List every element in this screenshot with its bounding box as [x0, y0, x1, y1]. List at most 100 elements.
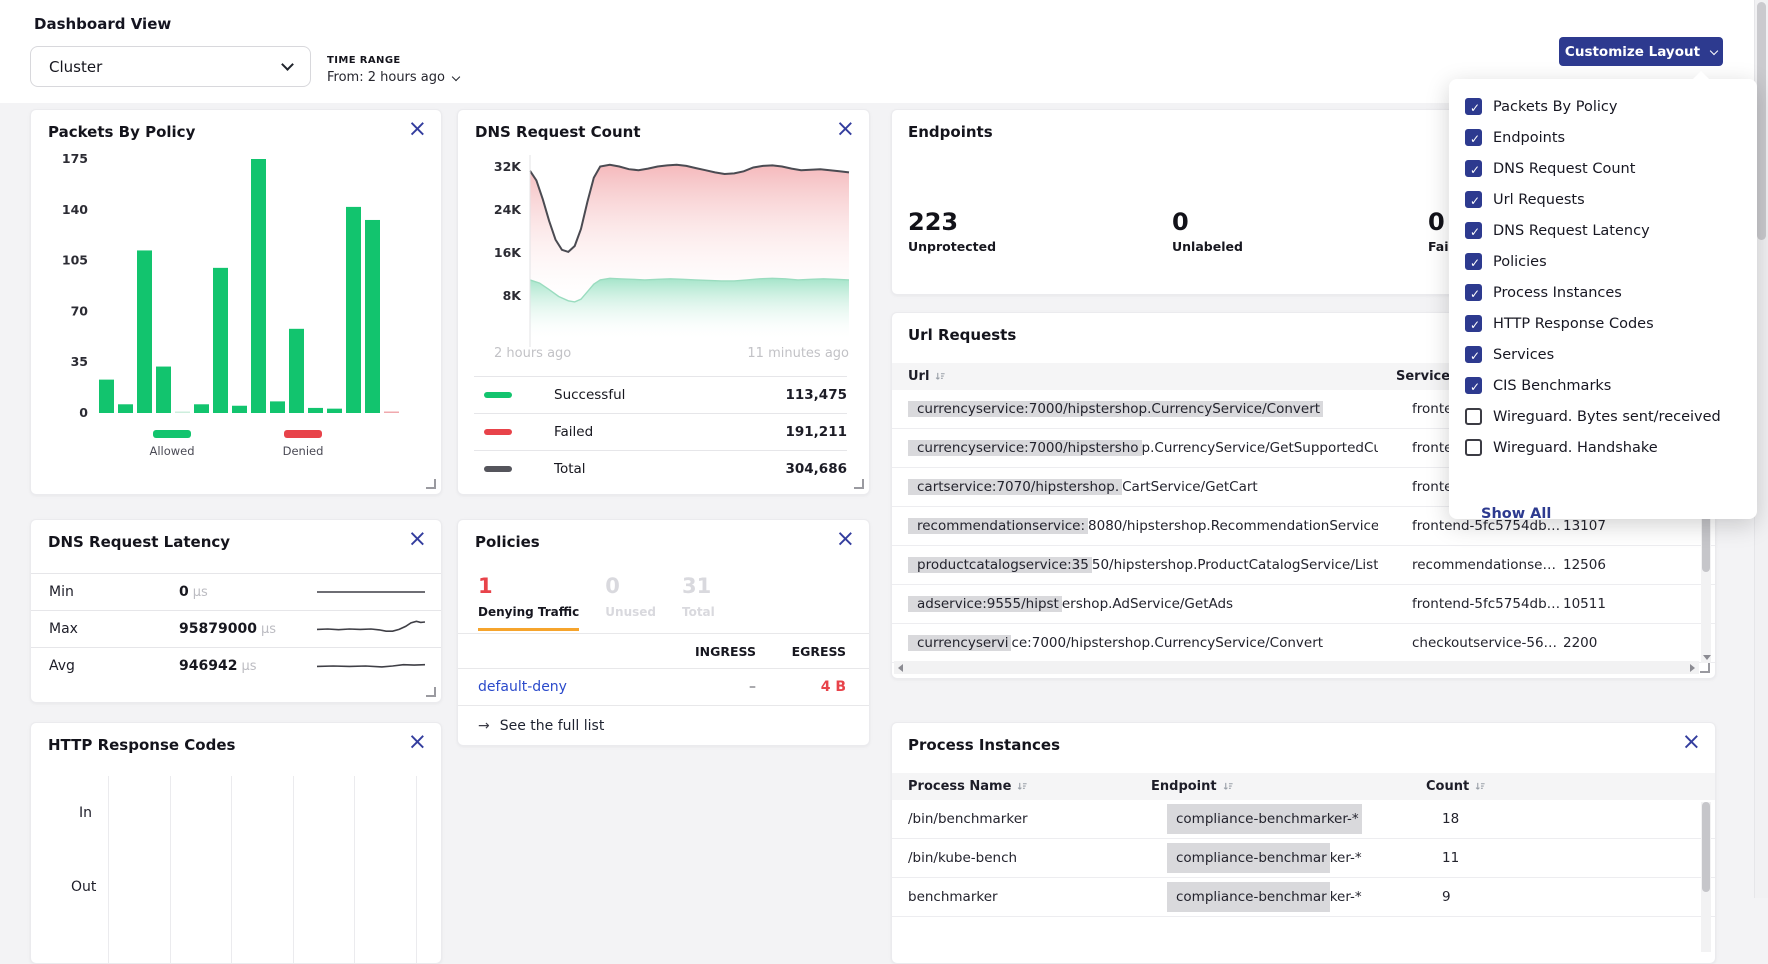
- series-swatch: [484, 392, 512, 398]
- checkbox[interactable]: [1465, 408, 1482, 425]
- column-header-process-name[interactable]: Process Name: [908, 779, 1151, 794]
- table-row[interactable]: productcatalogservice:3550/hipstershop.P…: [892, 546, 1715, 585]
- policies-tab[interactable]: 1 Denying Traffic: [478, 574, 579, 619]
- column-header-endpoint[interactable]: Endpoint: [1151, 779, 1426, 794]
- close-icon[interactable]: [1682, 731, 1701, 754]
- stat-unlabeled: 0 Unlabeled: [1172, 208, 1243, 254]
- checkbox[interactable]: [1465, 98, 1482, 115]
- menu-item[interactable]: Endpoints: [1449, 122, 1757, 153]
- menu-item[interactable]: Wireguard. Bytes sent/received: [1449, 401, 1757, 432]
- menu-item[interactable]: Policies: [1449, 246, 1757, 277]
- close-icon[interactable]: [408, 731, 427, 754]
- process-table-header: Process Name Endpoint Count: [892, 773, 1715, 800]
- http-response-codes-card: HTTP Response Codes In Out: [30, 722, 442, 964]
- scrollbar-thumb[interactable]: [1757, 2, 1766, 240]
- series-value: 304,686: [786, 461, 848, 477]
- see-full-list-link[interactable]: → See the full list: [458, 706, 869, 745]
- stat-unprotected: 223 Unprotected: [908, 208, 996, 254]
- scroll-right-icon[interactable]: [1690, 664, 1695, 672]
- scroll-down-icon[interactable]: [1703, 655, 1711, 660]
- latency-table: Min 0µs Max 95879000µs Avg 946942µs: [31, 573, 441, 684]
- svg-text:35: 35: [71, 354, 88, 369]
- legend-row: Total 304,686: [474, 450, 847, 487]
- checkbox[interactable]: [1465, 439, 1482, 456]
- dns-request-latency-card: DNS Request Latency Min 0µs Max 95879000…: [30, 519, 442, 703]
- checkbox[interactable]: [1465, 222, 1482, 239]
- series-swatch: [484, 429, 512, 435]
- svg-text:70: 70: [71, 303, 89, 318]
- gridline: [416, 776, 417, 963]
- latency-value: 946942µs: [179, 658, 310, 674]
- resize-handle[interactable]: [854, 479, 864, 489]
- menu-item[interactable]: Services: [1449, 339, 1757, 370]
- card-title: Policies: [475, 533, 540, 551]
- http-chart-grid: [31, 723, 441, 963]
- menu-item[interactable]: DNS Request Count: [1449, 153, 1757, 184]
- process-table-body: /bin/benchmarker compliance-benchmarker-…: [892, 800, 1715, 917]
- resize-handle[interactable]: [1700, 663, 1710, 673]
- endpoint-cell: compliance-benchmarker-*: [1167, 850, 1442, 866]
- menu-item[interactable]: Wireguard. Handshake: [1449, 432, 1757, 463]
- checkbox[interactable]: [1465, 315, 1482, 332]
- svg-text:105: 105: [62, 253, 88, 268]
- close-icon[interactable]: [836, 528, 855, 551]
- process-instances-card: Process Instances Process Name Endpoint …: [891, 722, 1716, 964]
- policies-tab[interactable]: 0 Unused: [605, 574, 656, 619]
- svg-text:24K: 24K: [494, 202, 522, 217]
- url-cell: productcatalogservice:3550/hipstershop.P…: [908, 557, 1378, 573]
- vertical-scrollbar[interactable]: [1701, 802, 1711, 952]
- policy-row: default-deny – 4 B: [458, 669, 869, 706]
- chevron-down-icon: [281, 58, 294, 71]
- time-range-value[interactable]: From: 2 hours ago: [327, 70, 459, 85]
- checkbox[interactable]: [1465, 191, 1482, 208]
- close-icon[interactable]: [408, 118, 427, 141]
- menu-item[interactable]: Packets By Policy: [1449, 91, 1757, 122]
- menu-item[interactable]: HTTP Response Codes: [1449, 308, 1757, 339]
- policy-name-link[interactable]: default-deny: [478, 679, 656, 695]
- show-all-link[interactable]: Show All: [1481, 506, 1551, 522]
- url-cell: currencyservice:7000/hipstershop.Currenc…: [908, 440, 1378, 456]
- checkbox[interactable]: [1465, 160, 1482, 177]
- process-name-cell: /bin/benchmarker: [908, 811, 1167, 827]
- legend-row: Successful 113,475: [474, 376, 847, 413]
- checkbox[interactable]: [1465, 284, 1482, 301]
- checkbox[interactable]: [1465, 346, 1482, 363]
- policies-tab[interactable]: 31 Total: [682, 574, 715, 619]
- sort-icon: [1223, 781, 1234, 792]
- menu-item[interactable]: CIS Benchmarks: [1449, 370, 1757, 401]
- menu-item[interactable]: DNS Request Latency: [1449, 215, 1757, 246]
- scrollbar-thumb[interactable]: [1702, 802, 1710, 892]
- table-row[interactable]: adservice:9555/hipstershop.AdService/Get…: [892, 585, 1715, 624]
- scroll-left-icon[interactable]: [898, 664, 903, 672]
- endpoint-cell: compliance-benchmarker-*: [1167, 811, 1442, 827]
- checkbox[interactable]: [1465, 377, 1482, 394]
- row-label-in: In: [79, 805, 92, 821]
- resize-handle[interactable]: [426, 479, 436, 489]
- count-cell: 9: [1442, 889, 1715, 905]
- table-row[interactable]: currencyservice:7000/hipstershop.Currenc…: [892, 624, 1715, 663]
- egress-header: EGRESS: [756, 644, 846, 659]
- count-cell: 10511: [1563, 596, 1715, 612]
- count-cell: 18: [1442, 811, 1715, 827]
- card-title: Packets By Policy: [48, 123, 195, 141]
- service-cell: checkoutservice-56…: [1412, 635, 1563, 651]
- close-icon[interactable]: [408, 528, 427, 551]
- resize-handle[interactable]: [426, 687, 436, 697]
- url-cell: cartservice:7070/hipstershop.CartService…: [908, 479, 1378, 495]
- horizontal-scrollbar[interactable]: [894, 661, 1699, 674]
- svg-text:175: 175: [62, 151, 88, 166]
- process-name-cell: benchmarker: [908, 889, 1167, 905]
- view-select[interactable]: Cluster: [30, 46, 311, 87]
- time-range-label: TIME RANGE: [327, 55, 459, 66]
- latency-value: 95879000µs: [179, 621, 310, 637]
- menu-item[interactable]: Process Instances: [1449, 277, 1757, 308]
- checkbox[interactable]: [1465, 253, 1482, 270]
- close-icon[interactable]: [836, 118, 855, 141]
- svg-text:32K: 32K: [494, 159, 522, 174]
- column-header-url[interactable]: Url: [908, 369, 1396, 384]
- customize-layout-button[interactable]: Customize Layout: [1559, 37, 1723, 66]
- checkbox[interactable]: [1465, 129, 1482, 146]
- series-label: Successful: [554, 387, 625, 403]
- column-header-count[interactable]: Count: [1426, 779, 1486, 794]
- menu-item[interactable]: Url Requests: [1449, 184, 1757, 215]
